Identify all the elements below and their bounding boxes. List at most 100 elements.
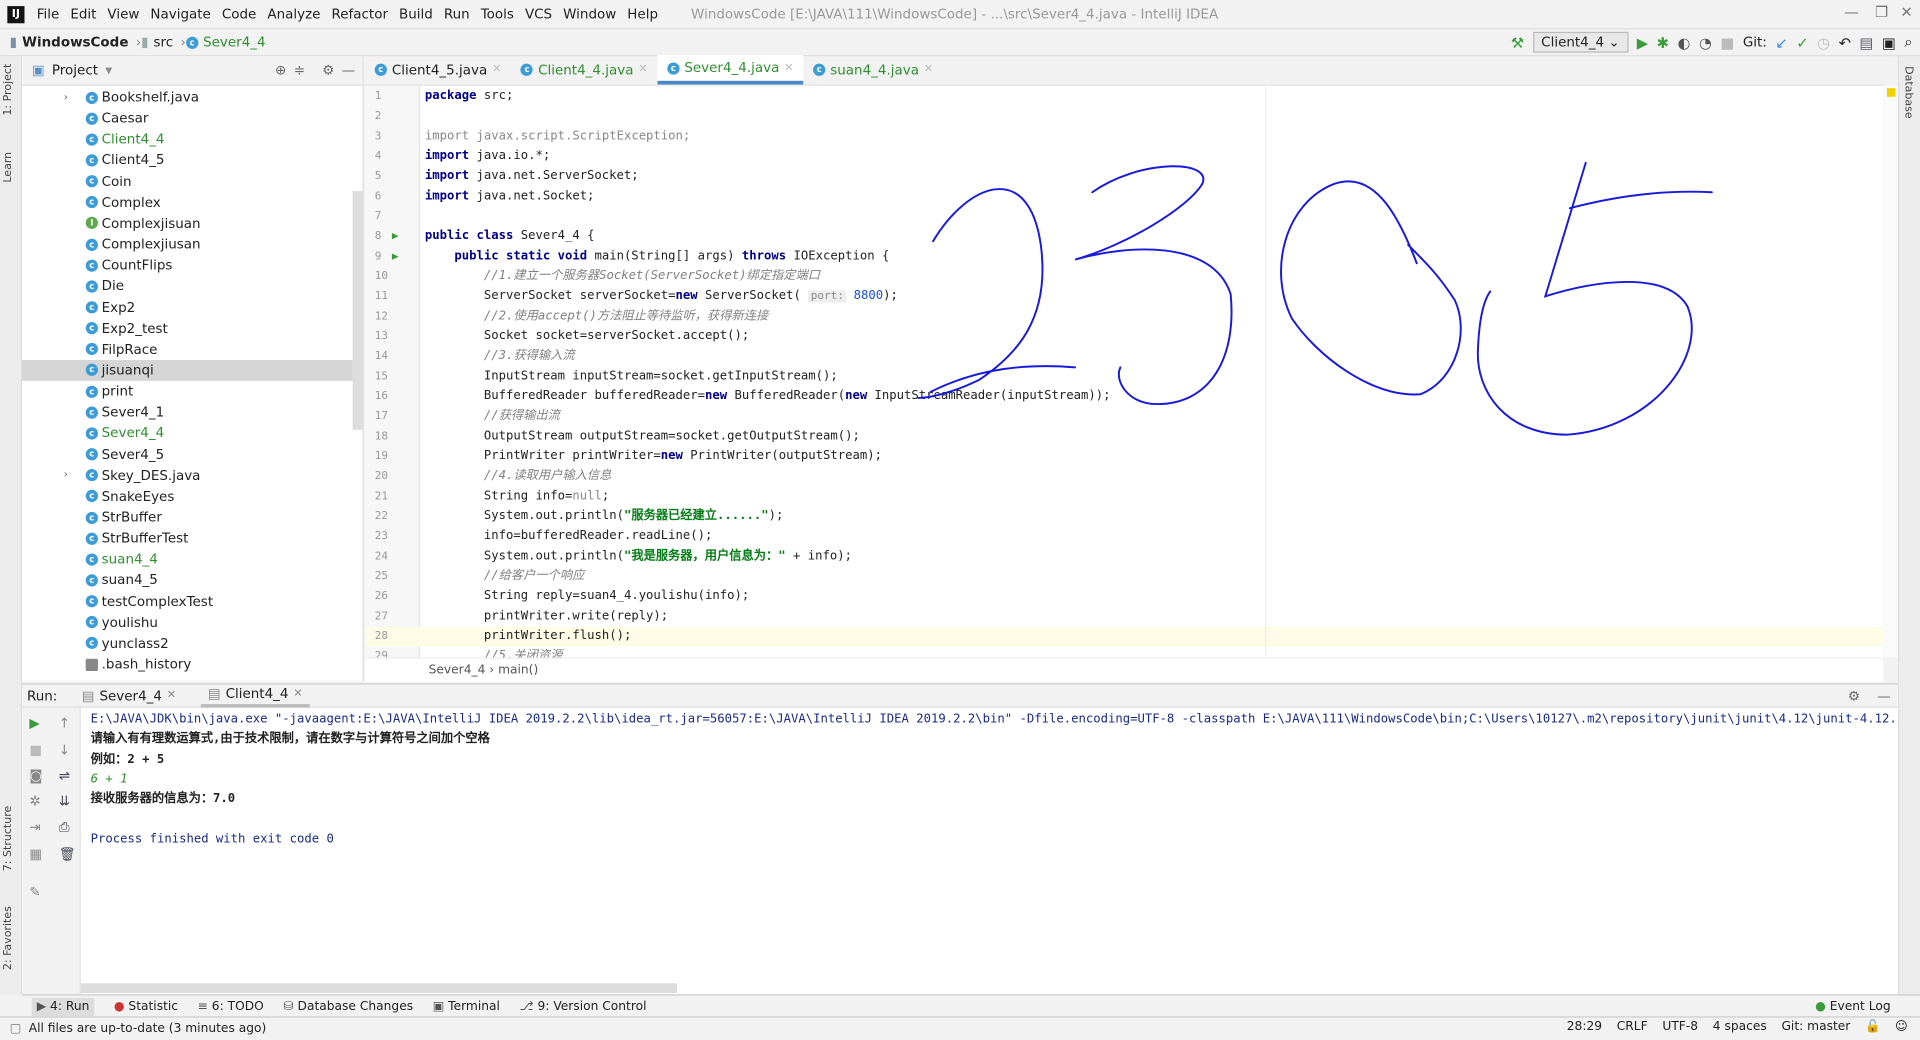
project-title[interactable]: Project — [52, 62, 98, 78]
tree-item[interactable]: c StrBuffer — [22, 507, 353, 528]
close-tab-icon[interactable]: ✕ — [784, 62, 793, 74]
menu-file[interactable]: File — [37, 6, 60, 22]
tool-4-run[interactable]: ▶ 4: Run — [31, 997, 95, 1017]
tree-item[interactable]: .bash_history — [22, 654, 353, 675]
tool-statistic[interactable]: ● Statistic — [114, 1000, 178, 1013]
tree-item[interactable]: c suan4_4 — [22, 549, 353, 570]
tool-9-version-control[interactable]: ⎇ 9: Version Control — [520, 1000, 647, 1013]
menu-vcs[interactable]: VCS — [525, 6, 552, 22]
menu-analyze[interactable]: Analyze — [267, 6, 320, 22]
tool-terminal[interactable]: ▣ Terminal — [433, 1000, 500, 1013]
menu-build[interactable]: Build — [399, 6, 433, 22]
scroll-end-icon[interactable]: ⇊ — [59, 793, 70, 809]
menu-help[interactable]: Help — [627, 6, 658, 22]
console-hscrollbar[interactable] — [80, 983, 678, 994]
close-tab-icon[interactable]: ✕ — [492, 64, 501, 76]
print-icon[interactable]: ⎙ — [59, 819, 70, 836]
event-log-button[interactable]: ● Event Log — [1815, 1000, 1890, 1013]
menu-code[interactable]: Code — [222, 6, 256, 22]
menu-window[interactable]: Window — [563, 6, 616, 22]
lock-icon[interactable]: 🔓 — [1865, 1020, 1880, 1033]
inspector-icon[interactable]: ☺ — [1895, 1020, 1908, 1033]
tab-client4_4-java[interactable]: c Client4_4.java ✕ — [511, 55, 657, 84]
run-tab-sever[interactable]: ▤ Sever4_4 ✕ — [74, 683, 183, 707]
terminal-window-icon[interactable]: ▣ — [1882, 34, 1896, 51]
tree-item[interactable]: c Complex — [22, 192, 353, 213]
tree-item[interactable]: c Exp2_test — [22, 318, 353, 339]
tree-item[interactable]: c StrBufferTest — [22, 528, 353, 549]
coverage-icon[interactable]: ◐ — [1678, 34, 1691, 51]
menu-refactor[interactable]: Refactor — [331, 6, 388, 22]
gear-icon[interactable]: ⚙ — [322, 62, 334, 78]
tree-item[interactable]: c SnakeEyes — [22, 486, 353, 507]
close-button[interactable]: ✕ — [1900, 4, 1912, 21]
build-hammer-icon[interactable]: ⚒ — [1511, 34, 1524, 51]
crumb-src[interactable]: ▮ src — [141, 34, 173, 50]
run-gutter-icon[interactable]: ▶ — [392, 227, 399, 247]
menu-tools[interactable]: Tools — [481, 6, 514, 22]
tree-item[interactable]: c Sever4_1 — [22, 402, 353, 423]
rerun-icon[interactable]: ▶ — [29, 715, 39, 731]
git-history-icon[interactable]: ◷ — [1817, 34, 1830, 51]
tree-item[interactable]: › c Bookshelf.java — [22, 87, 353, 108]
run-icon[interactable]: ▶ — [1637, 34, 1648, 51]
tool-favorites[interactable]: 2: Favorites — [2, 906, 14, 970]
tree-item[interactable]: c Exp2 — [22, 297, 353, 318]
tool-learn[interactable]: Learn — [2, 152, 14, 183]
tree-item[interactable]: c print — [22, 381, 353, 402]
tree-item[interactable]: › c Skey_DES.java — [22, 465, 353, 486]
layout-icon[interactable]: ▦ — [29, 846, 42, 862]
stop-icon[interactable]: ■ — [29, 742, 42, 758]
expand-arrow-icon[interactable]: › — [64, 91, 68, 103]
project-structure-icon[interactable]: ▤ — [1859, 34, 1873, 51]
login-icon[interactable]: ⇥ — [29, 819, 40, 835]
tree-scrollbar[interactable] — [352, 191, 363, 430]
tree-item[interactable]: c yunclass2 — [22, 633, 353, 654]
console-output[interactable]: E:\JAVA\JDK\bin\java.exe "-javaagent:E:\… — [80, 707, 1898, 995]
file-encoding[interactable]: UTF-8 — [1662, 1020, 1698, 1033]
tree-item[interactable]: c testComplexTest — [22, 591, 353, 612]
expand-arrow-icon[interactable]: › — [64, 469, 68, 481]
tab-sever4_4-java[interactable]: c Sever4_4.java ✕ — [657, 55, 804, 85]
tree-item[interactable]: c Sever4_4 — [22, 423, 353, 444]
git-revert-icon[interactable]: ↶ — [1839, 34, 1851, 51]
tool-structure[interactable]: 7: Structure — [2, 806, 14, 872]
menu-navigate[interactable]: Navigate — [150, 6, 210, 22]
breadcrumb-method[interactable]: main() — [498, 664, 538, 677]
crumb-file[interactable]: c Sever4_4 — [185, 34, 266, 50]
profile-icon[interactable]: ◔ — [1699, 34, 1712, 51]
run-config-select[interactable]: Client4_4 ⌄ — [1532, 31, 1629, 53]
menu-run[interactable]: Run — [444, 6, 470, 22]
caret-position[interactable]: 28:29 — [1567, 1020, 1602, 1033]
tree-item[interactable]: c Sever4_5 — [22, 444, 353, 465]
camera-icon[interactable]: ◙ — [29, 768, 42, 784]
up-icon[interactable]: ↑ — [59, 715, 70, 731]
line-separator[interactable]: CRLF — [1617, 1020, 1648, 1033]
run-gutter-icon[interactable]: ▶ — [392, 247, 399, 267]
minimize-button[interactable]: — — [1844, 4, 1859, 21]
collapse-icon[interactable]: ≑ — [294, 62, 305, 78]
stop-icon[interactable]: ■ — [1720, 34, 1734, 51]
git-commit-icon[interactable]: ✓ — [1796, 34, 1808, 51]
tool-project[interactable]: 1: Project — [2, 64, 14, 116]
hide-icon[interactable]: — — [1877, 688, 1890, 704]
settings-icon[interactable]: ✲ — [29, 793, 40, 809]
debug-icon[interactable]: ✱ — [1657, 34, 1669, 51]
tree-item[interactable]: c CountFlips — [22, 255, 353, 276]
tree-item[interactable]: c FilpRace — [22, 339, 353, 360]
tool-6-todo[interactable]: ≡ 6: TODO — [198, 1000, 264, 1013]
tree-item[interactable]: c Die — [22, 276, 353, 297]
search-icon[interactable]: ⌕ — [1904, 33, 1912, 51]
menu-view[interactable]: View — [107, 6, 139, 22]
crumb-project[interactable]: ▮ WindowsCode — [10, 34, 129, 50]
trash-icon[interactable]: 🗑 — [59, 846, 76, 862]
gear-icon[interactable]: ⚙ — [1848, 688, 1860, 704]
tool-database[interactable]: Database — [1902, 66, 1914, 119]
soft-wrap-icon[interactable]: ⇌ — [59, 768, 70, 784]
tree-item[interactable]: c jisuanqi — [22, 359, 353, 381]
pin-icon[interactable]: ✎ — [29, 884, 40, 900]
restore-button[interactable]: ❐ — [1875, 4, 1888, 21]
close-tab-icon[interactable]: ✕ — [638, 64, 647, 76]
indent-setting[interactable]: 4 spaces — [1713, 1020, 1767, 1033]
menu-edit[interactable]: Edit — [70, 6, 96, 22]
